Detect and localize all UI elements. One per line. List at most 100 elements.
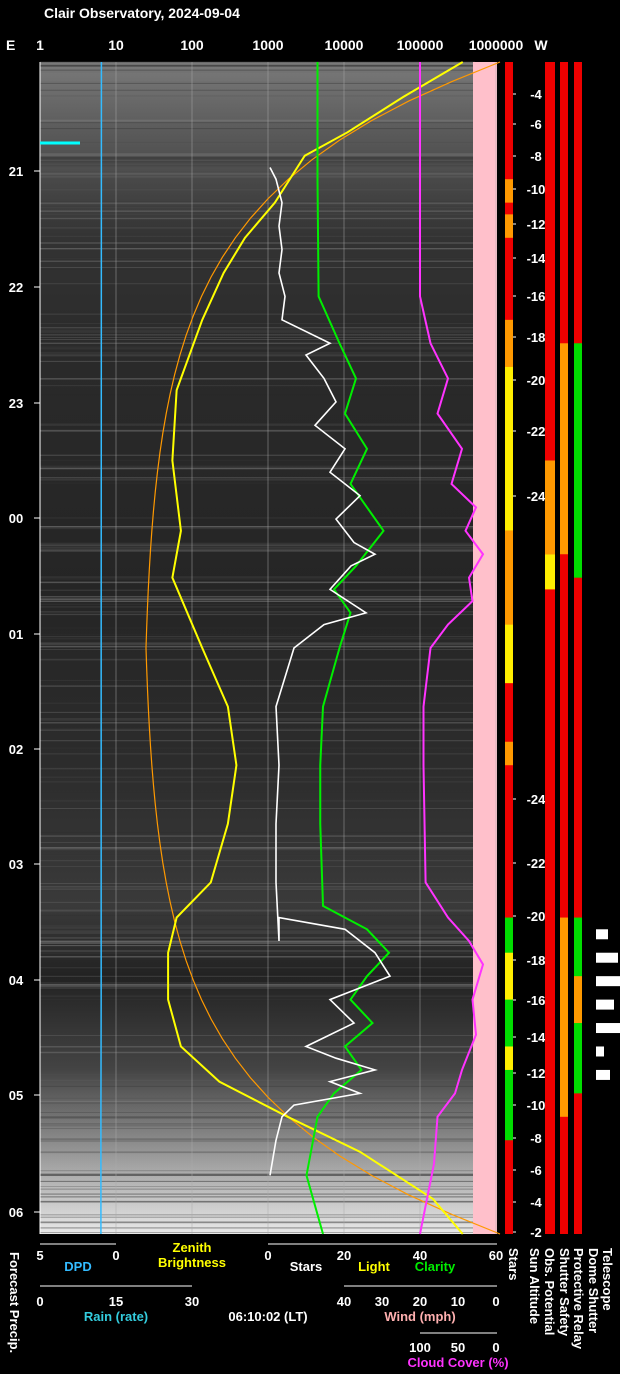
sun-tick-label: -18 xyxy=(527,953,546,968)
status-column-label: Protective Relay xyxy=(571,1248,586,1350)
rain-tick-label: 0 xyxy=(36,1294,43,1309)
west-label: W xyxy=(534,37,548,53)
chart-title: Clair Observatory, 2024-09-04 xyxy=(44,5,240,21)
time-tick-label: 00 xyxy=(9,511,23,526)
zenith-label: Zenith xyxy=(173,1240,212,1255)
stars-status-column-segment xyxy=(505,319,513,367)
top-tick-label: 10 xyxy=(108,37,124,53)
sun-tick-label: -16 xyxy=(527,993,546,1008)
observatory-chart: Clair Observatory, 2024-09-04E W1 10 100 100… xyxy=(6,5,620,1370)
time-tick-label: 22 xyxy=(9,280,23,295)
status-column-label: Shutter Safety xyxy=(557,1248,572,1337)
stars-status-column-segment xyxy=(505,530,513,625)
slc-tick-label: 60 xyxy=(489,1248,503,1263)
stars-status-column-segment xyxy=(505,917,513,1141)
sun-tick-label: -22 xyxy=(527,424,546,439)
stars-status-column-segment xyxy=(505,366,513,531)
telescope-histogram-bar xyxy=(596,1069,610,1080)
cloud-tick-label: 0 xyxy=(492,1340,499,1355)
protective-relay-column-segment xyxy=(574,343,582,578)
top-tick-label: 10000 xyxy=(325,37,364,53)
wind-tick-label: 40 xyxy=(337,1294,351,1309)
zenith-label: Brightness xyxy=(158,1255,226,1270)
sun-tick-label: -24 xyxy=(527,792,547,807)
sun-tick-label: -14 xyxy=(527,1030,547,1045)
stars-status-column-segment xyxy=(505,179,513,203)
wind-tick-label: 10 xyxy=(451,1294,465,1309)
obs-potential-column-segment xyxy=(545,460,555,555)
stars-status-column-segment xyxy=(505,214,513,238)
shutter-safety-column-segment xyxy=(560,343,568,555)
obs-potential-column-segment xyxy=(545,554,555,590)
telescope-histogram-bar xyxy=(596,952,618,963)
wind-tick-label: 20 xyxy=(413,1294,427,1309)
rain-tick-label: 15 xyxy=(109,1294,123,1309)
cloud-tick-label: 100 xyxy=(409,1340,431,1355)
status-column-label: Telescope xyxy=(600,1248,615,1311)
dpd-tick-label: 0 xyxy=(112,1248,119,1263)
stars-status-column-segment xyxy=(505,741,513,766)
timestamp: 06:10:02 (LT) xyxy=(228,1309,307,1324)
sun-tick-label: -6 xyxy=(530,117,542,132)
sun-tick-label: -6 xyxy=(530,1163,542,1178)
stars-axis-label: Stars xyxy=(290,1259,323,1274)
sun-tick-label: -14 xyxy=(527,251,547,266)
sun-tick-label: -4 xyxy=(530,87,542,102)
wind-strip xyxy=(473,62,497,1234)
obs-potential-column xyxy=(545,62,555,1234)
sun-tick-label: -18 xyxy=(527,330,546,345)
time-tick-label: 02 xyxy=(9,742,23,757)
dpd-tick-label: 5 xyxy=(36,1248,43,1263)
time-tick-label: 01 xyxy=(9,627,23,642)
top-tick-label: 100000 xyxy=(397,37,444,53)
status-column-label: Sun Altitude xyxy=(527,1248,542,1324)
time-tick-label: 23 xyxy=(9,396,23,411)
rain-tick-label: 30 xyxy=(185,1294,199,1309)
top-tick-label: 1000000 xyxy=(469,37,524,53)
sun-tick-label: -24 xyxy=(527,489,547,504)
wind-tick-label: 30 xyxy=(375,1294,389,1309)
top-tick-label: 1 xyxy=(36,37,44,53)
time-tick-label: 06 xyxy=(9,1205,23,1220)
time-tick-label: 04 xyxy=(9,973,24,988)
top-tick-label: 1000 xyxy=(252,37,283,53)
wind-tick-label: 0 xyxy=(492,1294,499,1309)
time-tick-label: 03 xyxy=(9,857,23,872)
protective-relay-column-segment xyxy=(574,976,582,1024)
sun-tick-label: -8 xyxy=(530,1131,542,1146)
telescope-histogram-bar xyxy=(596,1023,620,1034)
status-column-label: Obs. Potential xyxy=(542,1248,557,1335)
telescope-histogram-bar xyxy=(596,929,608,940)
time-tick-label: 21 xyxy=(9,164,23,179)
telescope-histogram-bar xyxy=(596,976,620,987)
status-column-label: Dome Shutter xyxy=(586,1248,601,1333)
cloud-axis-label: Cloud Cover (%) xyxy=(407,1355,508,1370)
slc-tick-label: 0 xyxy=(264,1248,271,1263)
light-axis-label: Light xyxy=(358,1259,390,1274)
sun-tick-label: -4 xyxy=(530,1195,542,1210)
top-tick-label: 100 xyxy=(180,37,204,53)
sun-tick-label: -10 xyxy=(527,182,546,197)
forecast-precip-label: Forecast Precip. xyxy=(7,1252,22,1353)
sun-tick-label: -20 xyxy=(527,909,546,924)
telescope-histogram-bar xyxy=(596,1046,604,1057)
sun-tick-label: -20 xyxy=(527,373,546,388)
rain-axis-label: Rain (rate) xyxy=(84,1309,148,1324)
telescope-histogram-bar xyxy=(596,999,614,1010)
stars-status-column-segment xyxy=(505,1046,513,1070)
sun-tick-label: -8 xyxy=(530,149,542,164)
sun-tick-label: -22 xyxy=(527,856,546,871)
stars-status-column-segment xyxy=(505,624,513,684)
shutter-safety-column-segment xyxy=(560,917,568,1117)
sun-tick-label: -12 xyxy=(527,217,546,232)
sun-tick-label: -2 xyxy=(530,1225,542,1240)
east-label: E xyxy=(6,37,15,53)
sun-tick-label: -10 xyxy=(527,1098,546,1113)
slc-tick-label: 20 xyxy=(337,1248,351,1263)
sun-tick-label: -12 xyxy=(527,1066,546,1081)
wind-axis-label: Wind (mph) xyxy=(384,1309,455,1324)
clarity-axis-label: Clarity xyxy=(415,1259,456,1274)
cloud-tick-label: 50 xyxy=(451,1340,465,1355)
sun-tick-label: -16 xyxy=(527,289,546,304)
time-tick-label: 05 xyxy=(9,1088,23,1103)
